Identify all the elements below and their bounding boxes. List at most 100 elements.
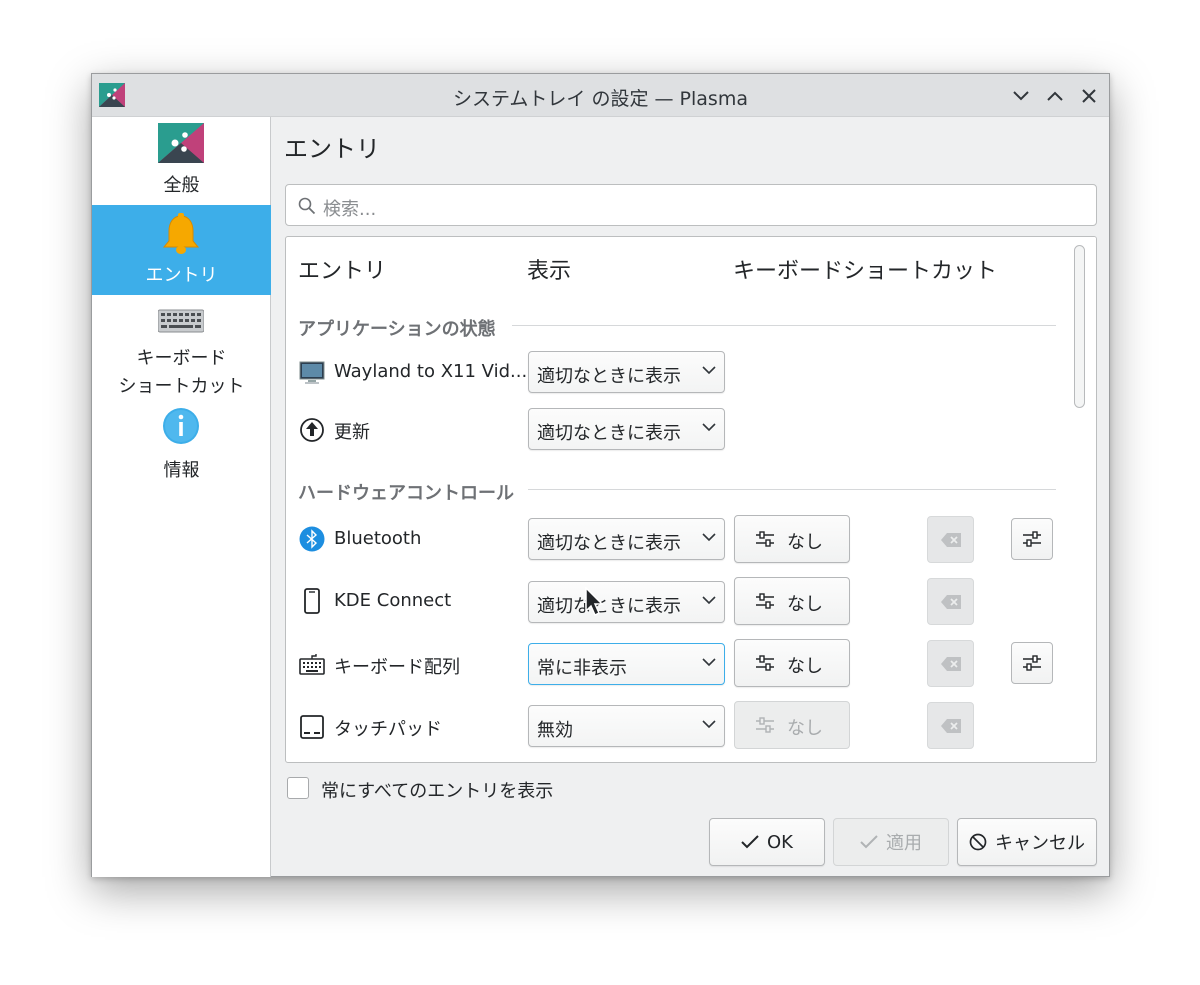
checkmark-icon [860,835,878,849]
shortcut-value: なし [787,594,823,615]
visibility-select[interactable]: 無効 [528,705,725,747]
shortcut-value: なし [787,718,823,739]
backspace-icon [940,718,961,733]
visibility-value: 無効 [537,720,573,741]
clear-shortcut-button[interactable] [927,578,974,625]
cancel-button[interactable]: キャンセル [957,818,1097,866]
bluetooth-icon [299,526,325,552]
section-header-hardware-controls: ハードウェアコントロール [298,483,514,504]
shortcut-button[interactable]: なし [734,577,850,625]
section-divider [528,489,1056,490]
plasma-logo-icon [158,123,204,163]
shortcut-button[interactable]: なし [734,639,850,687]
ok-button[interactable]: OK [709,818,825,866]
sidebar-item-keyboard-shortcuts[interactable]: キーボード ショートカット [92,295,271,407]
visibility-select[interactable]: 適切なときに表示 [528,408,725,450]
visibility-select[interactable]: 適切なときに表示 [528,351,725,393]
backspace-icon [940,656,961,671]
visibility-select[interactable]: 適切なときに表示 [528,581,725,623]
chevron-down-icon [702,366,716,375]
search-placeholder: 検索... [323,199,377,220]
maximize-button[interactable] [1041,82,1069,110]
shortcut-value: なし [787,656,823,677]
sidebar-item-label-line2: ショートカット [118,376,245,397]
touchpad-icon [299,714,325,740]
visibility-select[interactable]: 適切なときに表示 [528,518,725,560]
vertical-scrollbar[interactable] [1066,237,1096,762]
configure-icon [756,531,774,547]
sidebar-item-label-line1: キーボード [136,348,227,369]
mouse-cursor-icon [585,587,604,617]
search-icon [298,197,316,215]
apply-button[interactable]: 適用 [833,818,949,866]
chevron-up-icon [1047,91,1063,101]
settings-window: システムトレイ の設定 — Plasma 全般 エントリ キーボード ショートカ… [91,73,1110,877]
configure-icon [1023,655,1041,671]
monitor-icon [299,360,325,386]
visibility-select[interactable]: 常に非表示 [528,643,725,685]
visibility-value: 適切なときに表示 [537,596,681,617]
info-icon [163,408,199,444]
close-button[interactable] [1075,82,1103,110]
minimize-button[interactable] [1007,82,1035,110]
keyboard-layout-icon [299,651,325,677]
visibility-value: 常に非表示 [537,658,627,679]
column-header-entry: エントリ [298,259,387,284]
chevron-down-icon [702,658,716,667]
scrollbar-thumb[interactable] [1074,245,1085,408]
visibility-value: 適切なときに表示 [537,533,681,554]
chevron-down-icon [702,423,716,432]
entry-name: Wayland to X11 Vid... [334,361,528,382]
chevron-down-icon [702,533,716,542]
cancel-icon [969,833,987,851]
sidebar-item-entries[interactable]: エントリ [92,205,271,295]
configure-button[interactable] [1011,518,1053,560]
shortcut-value: なし [787,532,823,553]
chevron-down-icon [1013,91,1029,101]
show-all-label: 常にすべてのエントリを表示 [321,781,554,802]
entry-name: キーボード配列 [334,657,460,678]
visibility-value: 適切なときに表示 [537,366,681,387]
show-all-checkbox[interactable] [287,777,309,799]
sidebar-item-label: エントリ [145,265,218,286]
checkmark-icon [741,835,759,849]
update-icon [299,417,325,443]
shortcut-button[interactable]: なし [734,701,850,749]
search-input[interactable]: 検索... [285,184,1097,226]
configure-icon [756,593,774,609]
backspace-icon [940,532,961,547]
column-header-shortcut: キーボードショートカット [733,259,998,284]
backspace-icon [940,594,961,609]
sidebar-item-label: 全般 [163,175,200,196]
entry-name: KDE Connect [334,590,452,611]
clear-shortcut-button[interactable] [927,702,974,749]
visibility-value: 適切なときに表示 [537,423,681,444]
sidebar-item-label: 情報 [163,460,200,481]
title-bar[interactable]: システムトレイ の設定 — Plasma [92,74,1109,117]
close-icon [1082,89,1096,103]
chevron-down-icon [702,596,716,605]
section-divider [512,325,1056,326]
clear-shortcut-button[interactable] [927,640,974,687]
shortcut-button[interactable]: なし [734,515,850,563]
bell-icon [162,213,200,254]
sidebar-item-about[interactable]: 情報 [92,407,271,497]
ok-label: OK [767,831,793,853]
configure-icon [756,655,774,671]
configure-icon [756,717,774,733]
configure-icon [1023,531,1041,547]
phone-icon [299,588,325,614]
page-title: エントリ [284,135,380,163]
clear-shortcut-button[interactable] [927,516,974,563]
entries-table: エントリ 表示 キーボードショートカット アプリケーションの状態 Wayland… [285,236,1097,763]
main-content: エントリ 検索... エントリ 表示 キーボードショートカット アプリケーション… [272,117,1109,876]
entry-name: 更新 [334,422,370,443]
sidebar-item-general[interactable]: 全般 [92,117,271,205]
window-title: システムトレイ の設定 — Plasma [453,88,748,110]
sidebar: 全般 エントリ キーボード ショートカット 情報 [92,117,271,877]
entry-name: タッチパッド [334,719,442,740]
section-header-app-status: アプリケーションの状態 [298,319,496,340]
configure-button[interactable] [1011,642,1053,684]
entry-name: Bluetooth [334,528,422,549]
chevron-down-icon [702,720,716,729]
